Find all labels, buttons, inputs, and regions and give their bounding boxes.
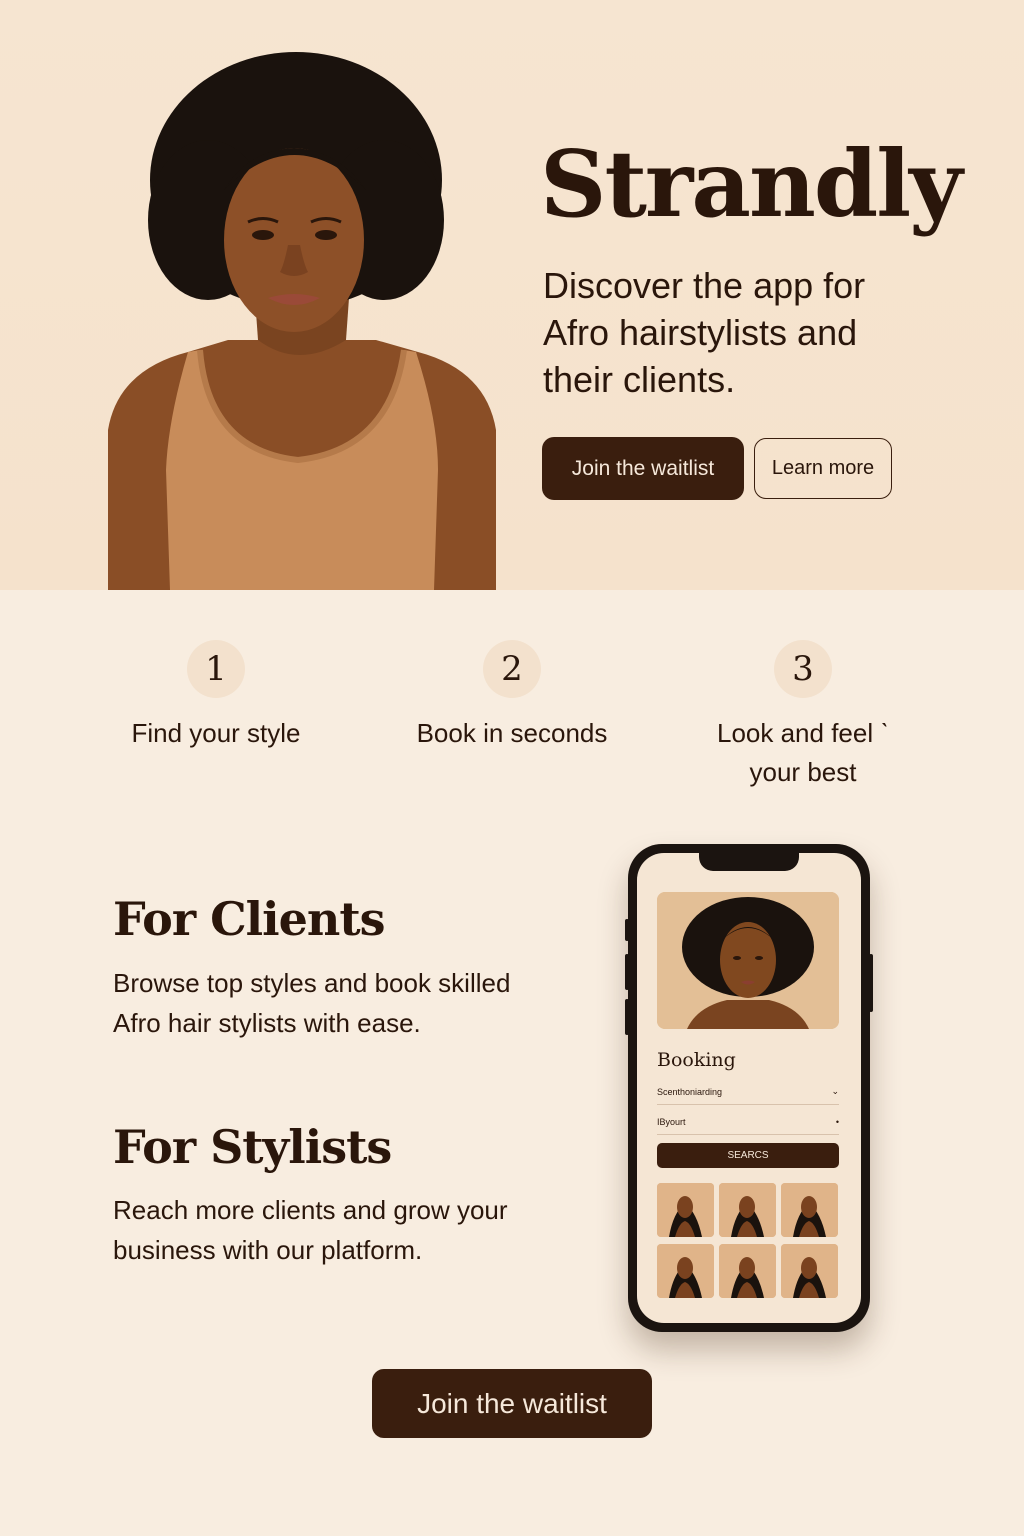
stylists-heading: For Stylists [113, 1120, 392, 1174]
brand-title: Strandly [540, 130, 963, 238]
step-number: 2 [483, 640, 541, 698]
clients-description: Browse top styles and book skilled Afro … [113, 968, 511, 1038]
step-look-feel: 3 Look and feel ˋ your best [693, 640, 913, 792]
hero-tagline: Discover the app for Afro hairstylists a… [543, 265, 866, 400]
dot-icon: • [835, 1116, 839, 1127]
step-number: 3 [774, 640, 832, 698]
step-find-style: 1 Find your style [96, 640, 336, 753]
booking-input-field[interactable]: IByourt • [657, 1109, 839, 1135]
phone-mockup: Booking Scenthoniarding ⌄ IByourt • SEAR… [625, 844, 873, 1332]
step-label: Look and feel ˋ your best [716, 718, 889, 787]
clients-heading: For Clients [113, 892, 385, 946]
stylist-thumbnail[interactable] [781, 1244, 838, 1298]
stylist-thumbnail[interactable] [781, 1183, 838, 1237]
join-waitlist-button[interactable]: Join the waitlist [542, 437, 744, 500]
search-button[interactable]: SEARCS [657, 1143, 839, 1168]
stylist-thumbnail[interactable] [719, 1183, 776, 1237]
booking-hero-image [657, 892, 839, 1029]
step-number: 1 [187, 640, 245, 698]
booking-title: Booking [657, 1049, 736, 1071]
chevron-down-icon: ⌄ [831, 1086, 839, 1096]
hero-section: Strandly Discover the app for Afro hairs… [0, 0, 1024, 590]
stylist-thumbnail[interactable] [657, 1183, 714, 1237]
phone-notch [699, 853, 799, 871]
stylists-description: Reach more clients and grow your busines… [113, 1195, 508, 1265]
learn-more-button[interactable]: Learn more [754, 438, 892, 499]
stylist-thumbnail[interactable] [719, 1244, 776, 1298]
phone-screen: Booking Scenthoniarding ⌄ IByourt • SEAR… [637, 853, 861, 1323]
step-label: Find your style [131, 718, 301, 748]
step-label: Book in seconds [416, 718, 608, 748]
field-value: IByourt [657, 1116, 686, 1127]
booking-select-field[interactable]: Scenthoniarding ⌄ [657, 1079, 839, 1105]
step-book: 2 Book in seconds [392, 640, 632, 753]
join-waitlist-cta-button[interactable]: Join the waitlist [372, 1369, 652, 1438]
phone-side-button [625, 954, 629, 990]
stylist-thumbnail[interactable] [657, 1244, 714, 1298]
phone-side-button [869, 954, 873, 1012]
hero-portrait-image [108, 40, 496, 590]
phone-side-button [625, 919, 629, 941]
field-value: Scenthoniarding [657, 1086, 723, 1097]
stylist-gallery [657, 1183, 839, 1298]
phone-side-button [625, 999, 629, 1035]
